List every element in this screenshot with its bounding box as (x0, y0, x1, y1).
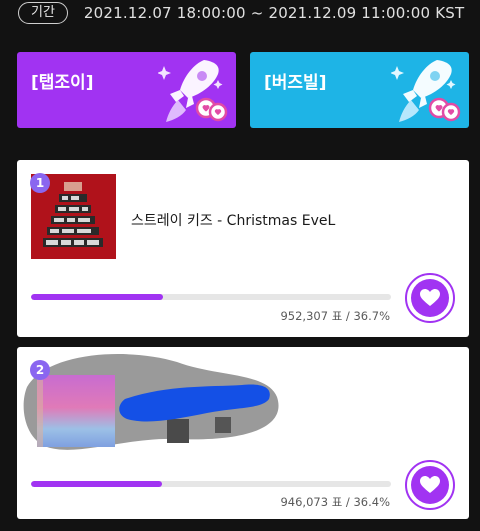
ranking-card: 2 946,073 표 / 36.4% (17, 347, 469, 519)
rank-badge: 1 (30, 173, 50, 193)
heart-icon (420, 476, 440, 493)
vote-progress-fill (31, 481, 163, 487)
vote-progress-bar (31, 294, 391, 300)
rank-badge: 2 (30, 360, 50, 380)
vote-progress-bar (31, 481, 391, 487)
ranking-card: 1 스트레이 키즈 - Christmas EveL 952,307 표 / 3… (17, 160, 469, 337)
vote-count: 952,307 표 / 36.7% (280, 309, 390, 323)
redaction-scribble (23, 354, 279, 450)
vote-progress-fill (31, 294, 164, 300)
song-title: 스트레이 키즈 - Christmas EveL (131, 213, 336, 229)
period-range: 2021.12.07 18:00:00 ~ 2021.12.09 11:00:0… (83, 4, 465, 22)
buzzvil-label: [버즈빌] (264, 73, 327, 93)
rocket-icon (391, 60, 461, 122)
vote-heart-button[interactable] (405, 460, 455, 510)
heart-icon-circle (411, 466, 449, 504)
period-badge: 기간 (18, 2, 68, 24)
vote-heart-button[interactable] (405, 273, 455, 323)
buzzvil-vote-button[interactable]: [버즈빌] (250, 52, 469, 128)
rocket-icon (158, 60, 228, 122)
period-row: 기간 2021.12.07 18:00:00 ~ 2021.12.09 11:0… (18, 0, 464, 26)
heart-icon-circle (411, 279, 449, 317)
tapjoy-vote-button[interactable]: [탭조이] (17, 52, 236, 128)
tapjoy-label: [탭조이] (31, 73, 94, 93)
heart-icon (420, 289, 440, 306)
vote-count: 946,073 표 / 36.4% (280, 495, 390, 509)
